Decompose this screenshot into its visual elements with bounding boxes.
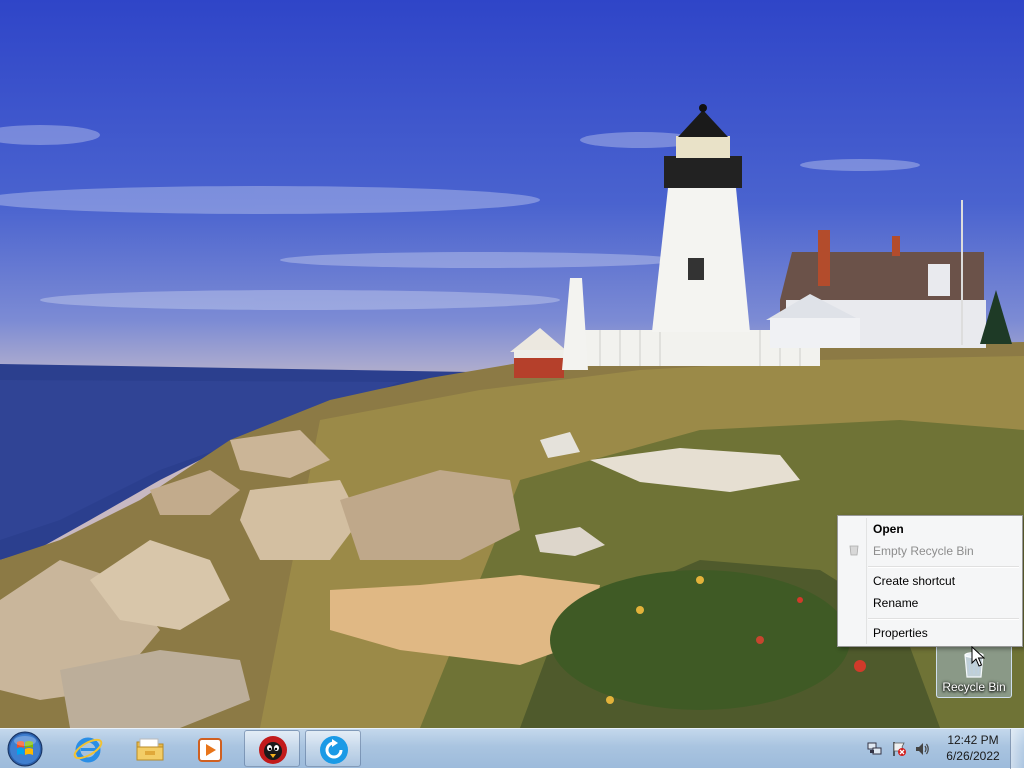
menu-item-rename[interactable]: Rename — [840, 592, 1020, 614]
mouse-cursor-icon — [971, 646, 985, 667]
menu-separator — [868, 618, 1019, 620]
taskbar-button-windows-explorer[interactable] — [122, 730, 178, 767]
taskbar-button-refresh-app[interactable] — [305, 730, 361, 767]
taskbar-button-internet-explorer[interactable] — [60, 730, 116, 767]
empty-bin-icon — [849, 545, 859, 556]
action-center-flag-icon[interactable] — [891, 741, 907, 757]
taskbar-button-bird-app[interactable] — [244, 730, 300, 767]
taskbar: 12:42 PM 6/26/2022 — [0, 728, 1024, 769]
network-icon[interactable] — [867, 741, 883, 757]
context-menu: Open Empty Recycle Bin Create shortcut R… — [837, 515, 1023, 647]
bird-app-icon — [259, 736, 287, 764]
menu-item-empty-recycle-bin[interactable]: Empty Recycle Bin — [840, 540, 1020, 562]
clock-date: 6/26/2022 — [946, 749, 1000, 763]
windows-start-orb-icon — [7, 731, 43, 767]
clock-time: 12:42 PM — [947, 733, 999, 747]
menu-item-properties[interactable]: Properties — [840, 622, 1020, 644]
menu-separator — [868, 566, 1019, 568]
internet-explorer-icon — [73, 737, 103, 763]
start-button[interactable] — [4, 730, 44, 768]
media-player-icon — [198, 738, 222, 762]
folder-icon — [136, 738, 164, 761]
menu-item-open[interactable]: Open — [840, 518, 1020, 540]
desktop[interactable]: Recycle Bin Open Empty Recycle Bin Creat… — [0, 0, 1024, 728]
taskbar-button-media-player[interactable] — [182, 730, 238, 767]
system-clock[interactable]: 12:42 PM 6/26/2022 — [936, 732, 1010, 764]
volume-icon[interactable] — [914, 741, 930, 757]
notification-area: 12:42 PM 6/26/2022 — [862, 729, 1024, 769]
menu-item-create-shortcut[interactable]: Create shortcut — [840, 570, 1020, 592]
recycle-bin-label: Recycle Bin — [942, 680, 1006, 694]
refresh-app-icon — [320, 736, 348, 764]
show-desktop-button[interactable] — [1010, 729, 1024, 769]
menu-item-empty-recycle-bin-label: Empty Recycle Bin — [873, 544, 974, 558]
